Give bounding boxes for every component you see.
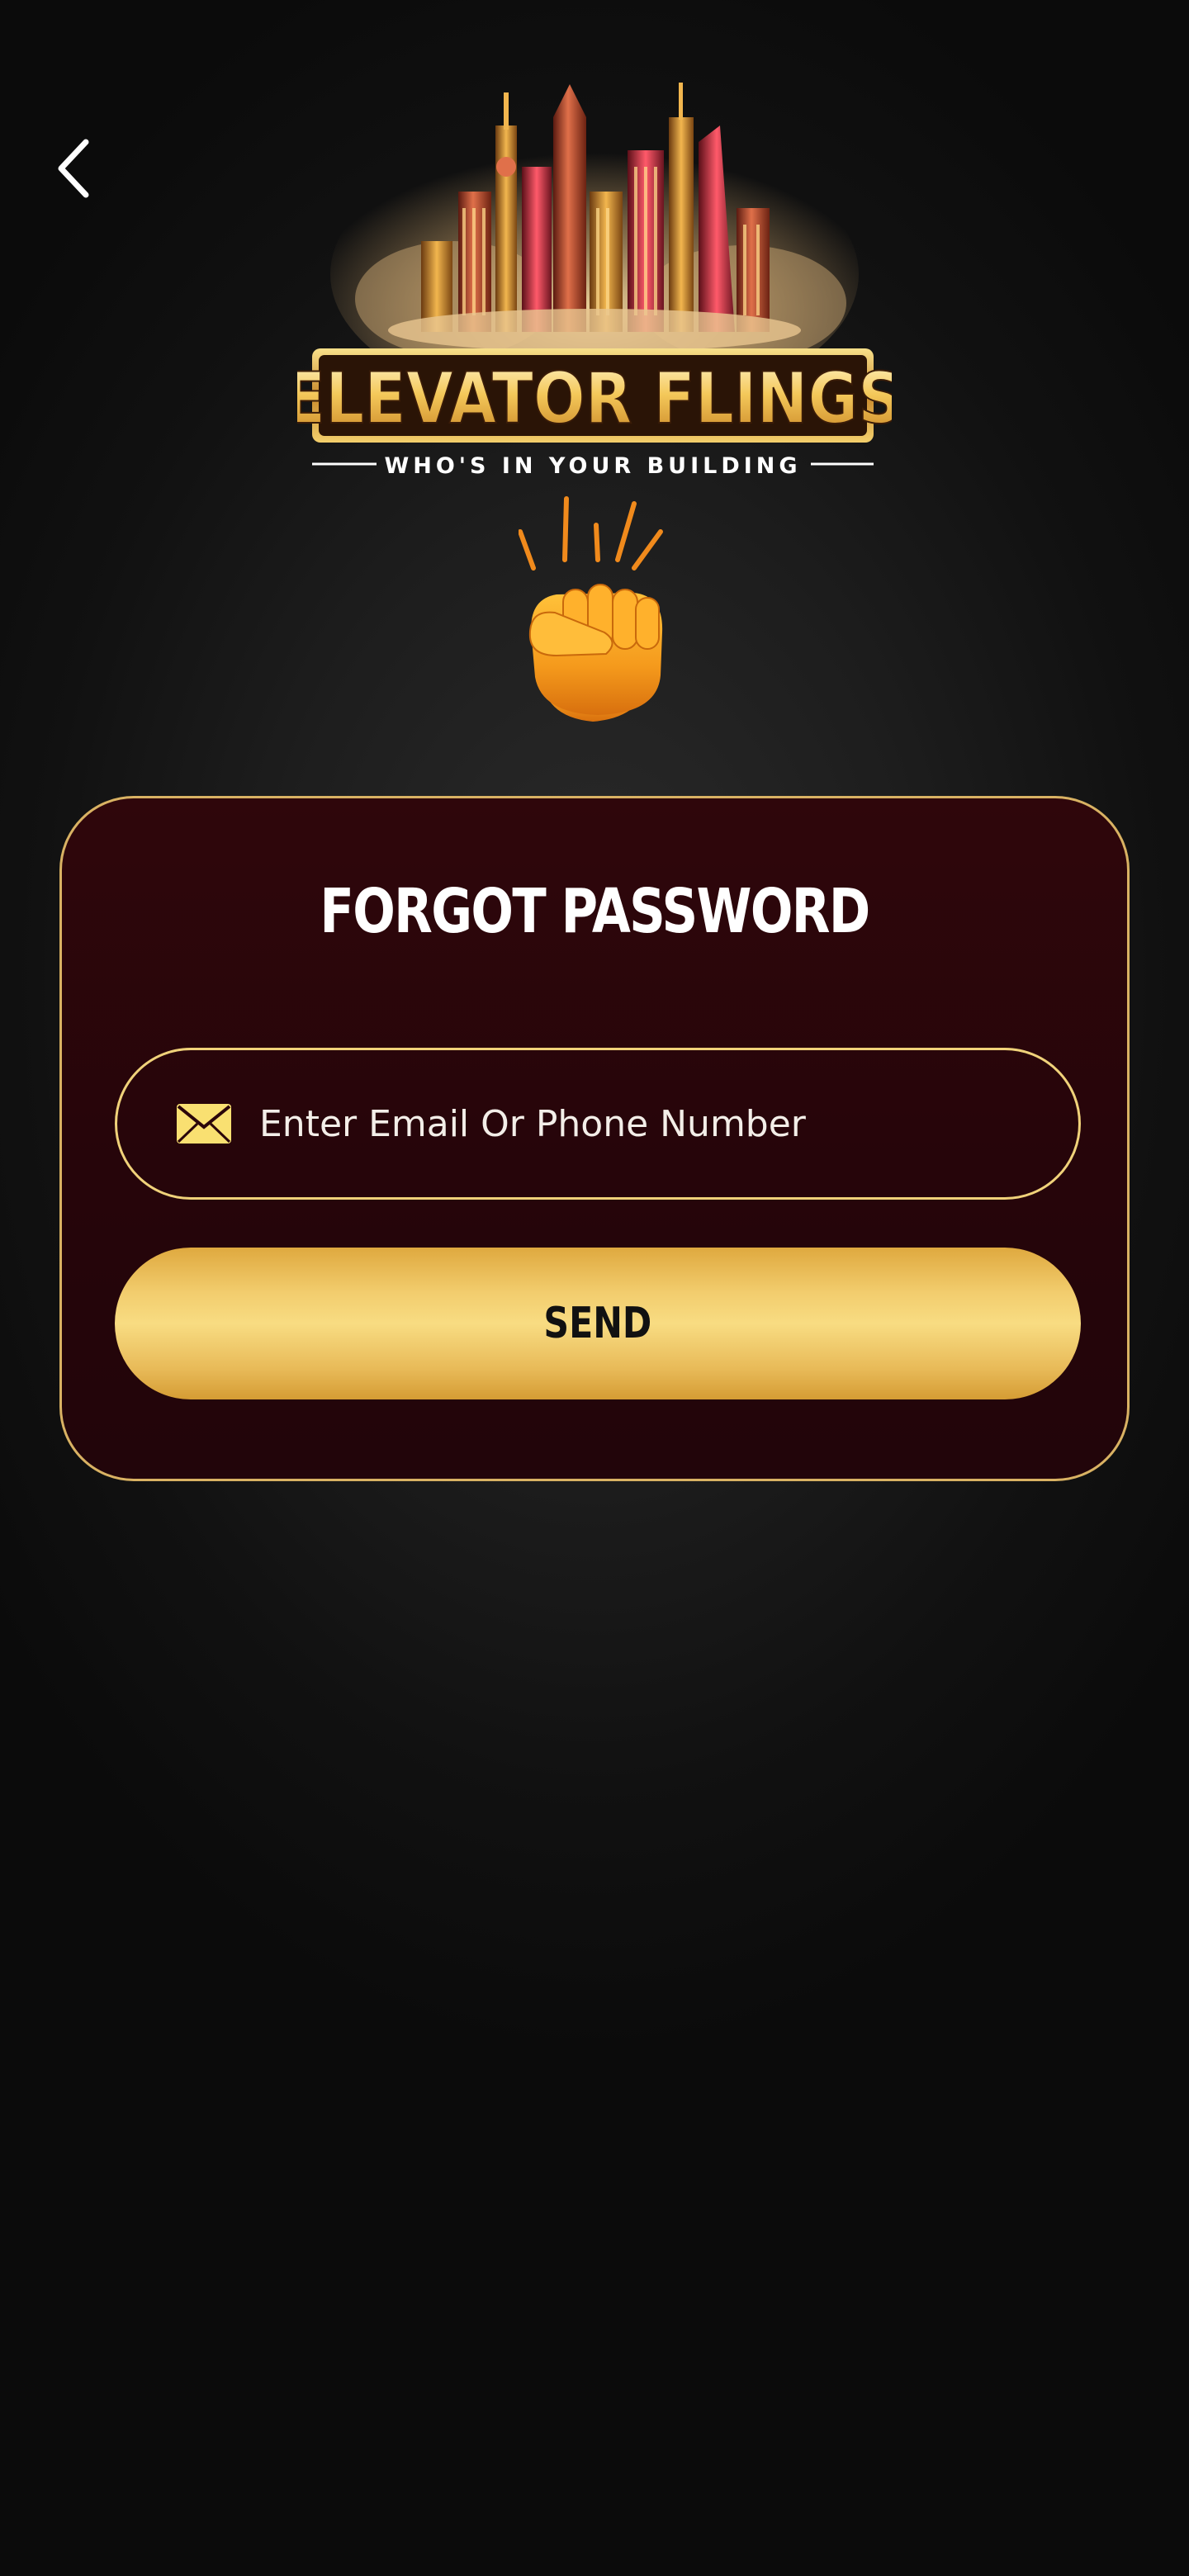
app-logo: ELEVATOR FLINGS WHO'S IN YOUR BUILDING — [297, 68, 892, 489]
forgot-password-card: FORGOT PASSWORD SEND — [59, 796, 1130, 1481]
email-input[interactable] — [259, 1102, 1078, 1145]
chevron-left-icon — [58, 139, 89, 198]
send-button-label: SEND — [543, 1299, 652, 1348]
raised-fist-icon — [518, 492, 670, 732]
email-field[interactable] — [115, 1048, 1081, 1200]
back-button[interactable] — [48, 134, 101, 203]
mail-icon — [177, 1104, 231, 1144]
page-title: FORGOT PASSWORD — [320, 876, 870, 947]
logo-tagline: WHO'S IN YOUR BUILDING — [384, 453, 801, 479]
logo-wordmark: ELEVATOR FLINGS — [297, 358, 892, 440]
send-button[interactable]: SEND — [115, 1248, 1081, 1399]
